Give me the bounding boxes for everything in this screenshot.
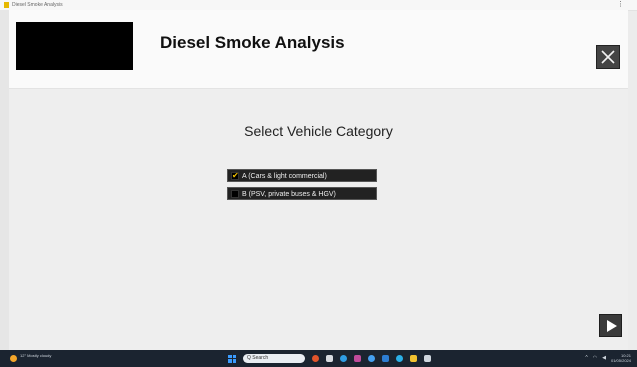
edge-icon[interactable] bbox=[340, 355, 347, 362]
app-header: Diesel Smoke Analysis bbox=[9, 10, 628, 89]
files-icon[interactable] bbox=[326, 355, 333, 362]
option-label-b: B (PSV, private buses & HGV) bbox=[242, 191, 336, 198]
app-taskbar-icon[interactable] bbox=[424, 355, 431, 362]
window-title: Diesel Smoke Analysis bbox=[12, 2, 63, 8]
browser-icon[interactable] bbox=[312, 355, 319, 362]
checkbox-category-b[interactable] bbox=[231, 190, 239, 198]
desktop-edge bbox=[0, 10, 9, 350]
taskbar: 12° Mostly cloudy Q Search ^ ◠ ◀ 10:21 0… bbox=[0, 350, 637, 367]
mail-icon[interactable] bbox=[382, 355, 389, 362]
windows-start-icon[interactable] bbox=[228, 354, 236, 363]
folder-icon[interactable] bbox=[410, 355, 417, 362]
taskbar-search-input[interactable]: Q Search bbox=[243, 354, 305, 363]
app-icon bbox=[4, 2, 9, 8]
checkmark-icon: ✔ bbox=[232, 171, 239, 180]
app-window: Diesel Smoke Analysis Select Vehicle Cat… bbox=[9, 10, 628, 350]
wifi-icon[interactable]: ◠ bbox=[593, 355, 597, 361]
option-category-b[interactable]: B (PSV, private buses & HGV) bbox=[227, 187, 377, 200]
system-tray: ^ ◠ ◀ 10:21 01/05/2024 bbox=[585, 353, 631, 363]
weather-text: 12° Mostly cloudy bbox=[20, 353, 52, 358]
logo-block bbox=[16, 22, 133, 70]
photos-icon[interactable] bbox=[396, 355, 403, 362]
window-menu-icon[interactable]: ⋮ bbox=[617, 0, 625, 10]
chevron-up-icon[interactable]: ^ bbox=[585, 355, 587, 361]
clock[interactable]: 10:21 01/05/2024 bbox=[611, 353, 631, 363]
clock-date: 01/05/2024 bbox=[610, 358, 631, 363]
taskbar-apps: Q Search bbox=[228, 353, 431, 364]
store-icon[interactable] bbox=[354, 355, 361, 362]
play-arrow-icon bbox=[606, 319, 617, 332]
option-category-a[interactable]: ✔ A (Cars & light commercial) bbox=[227, 169, 377, 182]
vehicle-category-prompt: Select Vehicle Category bbox=[244, 123, 393, 139]
next-button[interactable] bbox=[599, 314, 622, 337]
checkbox-category-a[interactable]: ✔ bbox=[231, 172, 239, 180]
volume-icon[interactable]: ◀ bbox=[602, 355, 606, 361]
close-button[interactable] bbox=[596, 45, 620, 69]
close-icon bbox=[601, 50, 615, 64]
weather-icon[interactable] bbox=[10, 355, 17, 362]
option-label-a: A (Cars & light commercial) bbox=[242, 173, 327, 180]
chrome-icon[interactable] bbox=[368, 355, 375, 362]
page-title: Diesel Smoke Analysis bbox=[160, 33, 345, 52]
